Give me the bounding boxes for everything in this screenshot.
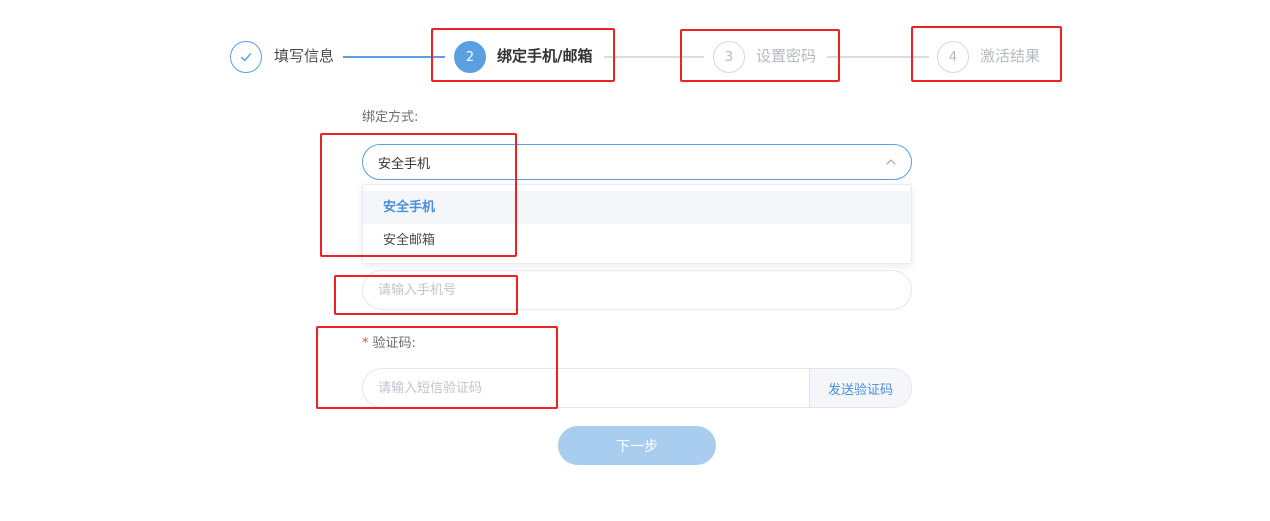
annotation-box-bind-method	[320, 133, 517, 257]
annotation-box-verification-code	[316, 326, 558, 409]
annotation-box-step-4	[911, 26, 1062, 82]
chevron-up-icon	[886, 159, 896, 165]
annotation-box-phone	[334, 275, 518, 315]
send-code-button[interactable]: 发送验证码	[809, 369, 911, 407]
step-1-label: 填写信息	[274, 47, 335, 65]
next-step-button[interactable]: 下一步	[558, 426, 716, 465]
check-icon	[240, 53, 252, 62]
step-1-connector	[343, 56, 445, 58]
step-1-indicator	[230, 41, 262, 73]
bind-method-label: 绑定方式:	[362, 110, 419, 125]
annotation-box-step-2	[431, 28, 615, 82]
annotation-box-step-3	[680, 29, 840, 82]
